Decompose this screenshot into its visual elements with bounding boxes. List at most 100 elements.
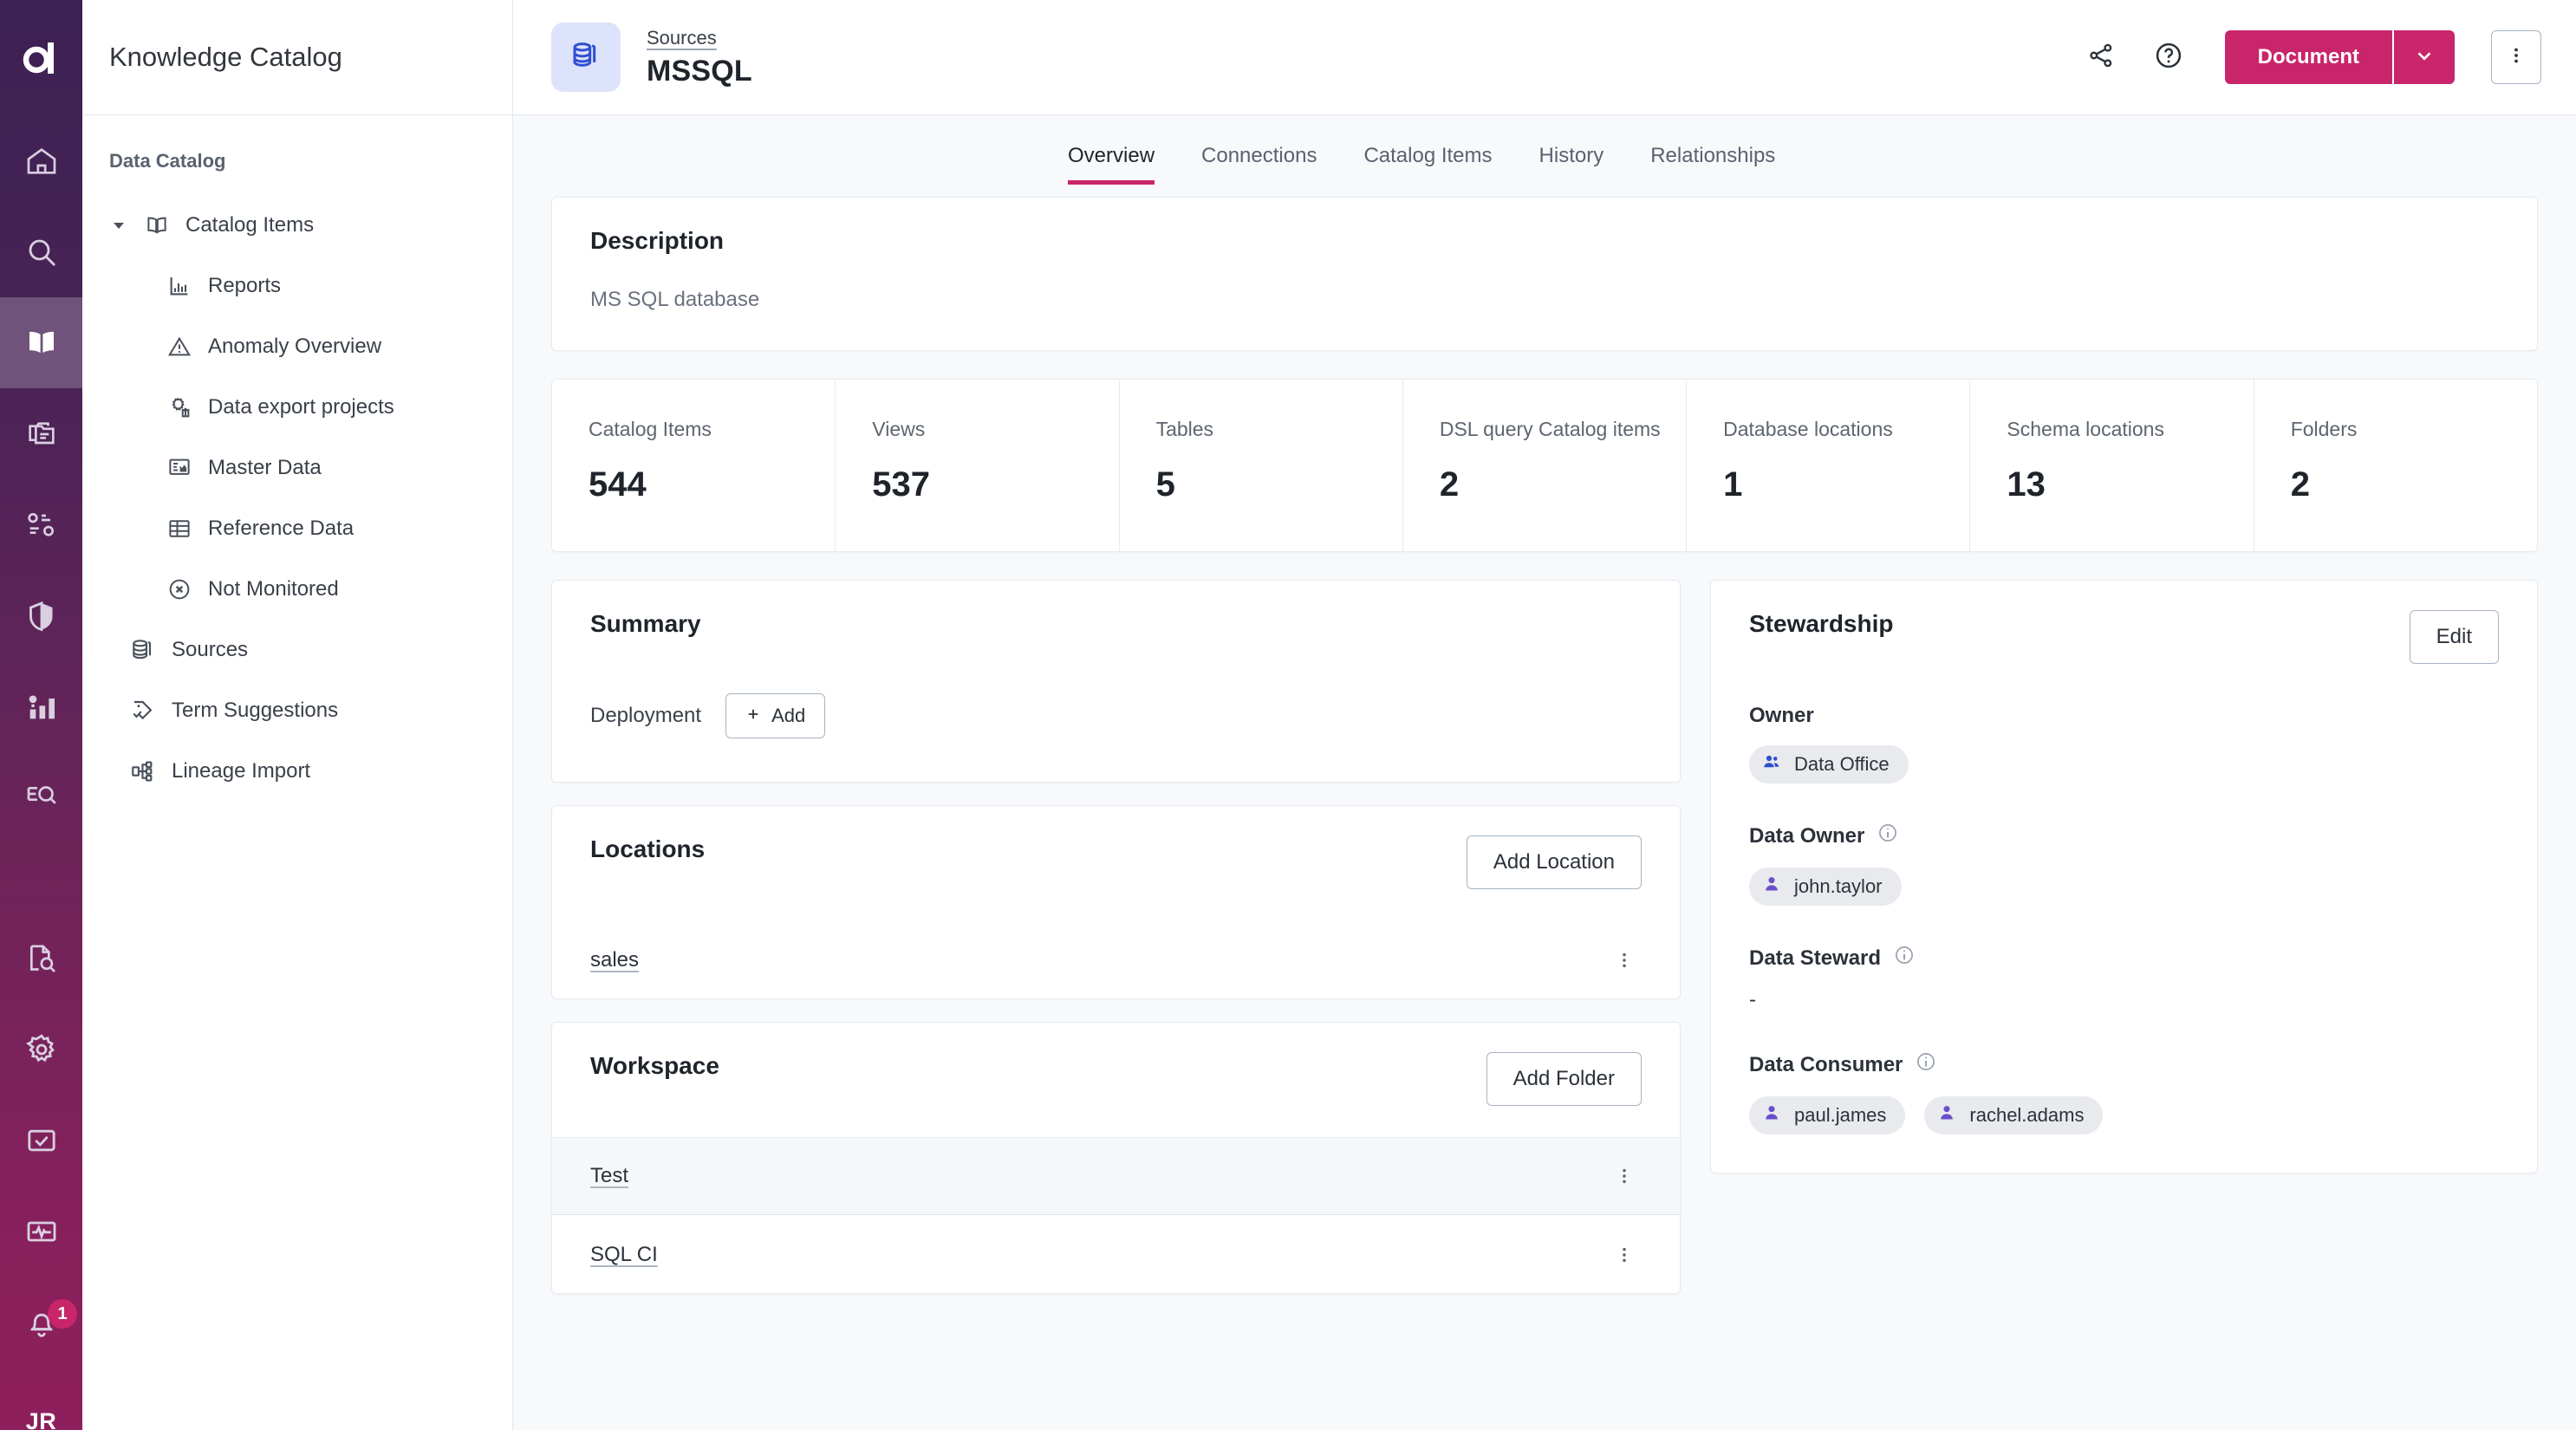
rules-icon xyxy=(24,508,59,543)
info-circle-icon[interactable] xyxy=(1915,1050,1937,1079)
kebab-vertical-icon[interactable] xyxy=(1607,1238,1642,1272)
tab-history[interactable]: History xyxy=(1539,144,1604,185)
rail-item-data-observability[interactable] xyxy=(0,661,82,752)
add-location-button[interactable]: Add Location xyxy=(1467,835,1642,889)
summary-heading: Summary xyxy=(590,610,701,638)
tab-connections[interactable]: Connections xyxy=(1201,144,1317,185)
owner-chip[interactable]: Data Office xyxy=(1749,745,1909,783)
workspace-folder-link[interactable]: Test xyxy=(590,1164,628,1188)
add-folder-button[interactable]: Add Folder xyxy=(1486,1052,1642,1106)
summary-card: Summary Deployment Add xyxy=(551,580,1681,783)
document-search-icon xyxy=(24,941,59,976)
notification-badge: 1 xyxy=(48,1299,77,1329)
list-item[interactable]: sales xyxy=(552,920,1680,998)
rail-item-home[interactable] xyxy=(0,115,82,206)
rail-item-tasks[interactable] xyxy=(0,1095,82,1186)
stat-value: 13 xyxy=(2007,465,2253,504)
stat-label: Catalog Items xyxy=(589,418,835,441)
object-heading: Sources MSSQL xyxy=(647,27,752,88)
workspace-heading: Workspace xyxy=(590,1052,719,1080)
workspace-folder-link[interactable]: SQL CI xyxy=(590,1243,658,1267)
right-column: Stewardship Edit Owner xyxy=(1710,580,2538,1173)
breadcrumb[interactable]: Sources xyxy=(647,27,752,49)
sidebar-item-not-monitored[interactable]: Not Monitored xyxy=(82,559,512,620)
sidebar-item-reports[interactable]: Reports xyxy=(82,256,512,316)
edit-stewardship-button[interactable]: Edit xyxy=(2410,610,2499,664)
add-deployment-button[interactable]: Add xyxy=(725,693,825,738)
help-button[interactable] xyxy=(2145,34,2192,81)
sidebar-item-anomaly-overview[interactable]: Anomaly Overview xyxy=(82,316,512,377)
rail-item-data-documents[interactable] xyxy=(0,913,82,1004)
sidebar-item-label: Catalog Items xyxy=(185,213,314,237)
add-deployment-label: Add xyxy=(771,705,805,727)
stat-value: 5 xyxy=(1156,465,1402,504)
share-button[interactable] xyxy=(2078,34,2124,81)
rail-item-search[interactable] xyxy=(0,206,82,297)
tab-catalog-items[interactable]: Catalog Items xyxy=(1363,144,1492,185)
kebab-vertical-icon[interactable] xyxy=(1607,1159,1642,1193)
data-consumer-chip-label: paul.james xyxy=(1794,1104,1886,1127)
stat-value: 2 xyxy=(2291,465,2537,504)
object-title: MSSQL xyxy=(647,55,752,88)
book-icon xyxy=(23,325,60,361)
rail-item-data-privacy[interactable] xyxy=(0,570,82,661)
deployment-label: Deployment xyxy=(590,704,701,728)
stat-tables: Tables 5 xyxy=(1120,380,1403,551)
person-icon xyxy=(1761,874,1782,900)
sidebar-item-term-suggestions[interactable]: Term Suggestions xyxy=(82,680,512,741)
stat-label: Schema locations xyxy=(2007,418,2253,441)
left-column: Summary Deployment Add xyxy=(551,580,1681,1294)
description-card: Description MS SQL database xyxy=(551,197,2538,351)
rail-item-notifications[interactable]: 1 xyxy=(0,1277,82,1368)
sidebar-item-lineage-import[interactable]: Lineage Import xyxy=(82,741,512,802)
eq-search-icon xyxy=(24,781,59,816)
person-icon xyxy=(1936,1102,1957,1128)
sidebar-item-data-export-projects[interactable]: Data export projects xyxy=(82,377,512,438)
app-logo[interactable] xyxy=(0,0,82,115)
data-consumer-chip[interactable]: rachel.adams xyxy=(1924,1096,2103,1134)
table-row[interactable]: Test xyxy=(552,1137,1680,1215)
nav-list: Catalog Items Reports Anomaly Overview D… xyxy=(82,195,512,802)
rail-item-settings[interactable] xyxy=(0,1004,82,1095)
data-owner-chip[interactable]: john.taylor xyxy=(1749,868,1902,906)
tab-relationships[interactable]: Relationships xyxy=(1650,144,1775,185)
owner-chips: Data Office xyxy=(1749,745,2499,783)
document-split-button: Document xyxy=(2225,30,2455,84)
location-link[interactable]: sales xyxy=(590,948,639,972)
tab-overview[interactable]: Overview xyxy=(1068,144,1155,185)
sidebar-item-reference-data[interactable]: Reference Data xyxy=(82,498,512,559)
sidebar-item-label: Anomaly Overview xyxy=(208,335,381,359)
locations-card: Locations Add Location sales xyxy=(551,805,1681,999)
document-button[interactable]: Document xyxy=(2225,30,2392,84)
document-dropdown-button[interactable] xyxy=(2394,30,2455,84)
lineage-icon xyxy=(128,757,158,786)
data-consumer-chip[interactable]: paul.james xyxy=(1749,1096,1905,1134)
folders-icon xyxy=(24,417,59,452)
rail-item-data-quality[interactable] xyxy=(0,479,82,570)
stat-schema-locations: Schema locations 13 xyxy=(1970,380,2254,551)
circle-x-icon xyxy=(165,575,194,604)
nav-header: Knowledge Catalog xyxy=(82,0,512,115)
rail-item-data-stories[interactable] xyxy=(0,388,82,479)
info-circle-icon[interactable] xyxy=(1877,822,1899,850)
owner-label-text: Owner xyxy=(1749,704,1814,728)
sidebar-item-catalog-items[interactable]: Catalog Items xyxy=(82,195,512,256)
sidebar-item-label: Master Data xyxy=(208,456,322,480)
sidebar-item-master-data[interactable]: Master Data xyxy=(82,438,512,498)
chevron-down-icon[interactable] xyxy=(109,217,128,234)
owner-chip-label: Data Office xyxy=(1794,753,1890,776)
export-gear-icon xyxy=(165,393,194,422)
sidebar-item-sources[interactable]: Sources xyxy=(82,620,512,680)
workspace-card: Workspace Add Folder Test SQL CI xyxy=(551,1022,1681,1294)
rail-item-knowledge-catalog[interactable] xyxy=(0,297,82,388)
stat-views: Views 537 xyxy=(836,380,1119,551)
info-circle-icon[interactable] xyxy=(1893,944,1916,972)
description-heading: Description xyxy=(590,227,2499,255)
rail-item-data-queries[interactable] xyxy=(0,752,82,843)
avatar[interactable]: JR xyxy=(0,1408,82,1430)
more-actions-button[interactable] xyxy=(2491,30,2541,84)
kebab-vertical-icon xyxy=(2506,45,2527,70)
kebab-vertical-icon[interactable] xyxy=(1607,943,1642,978)
table-row[interactable]: SQL CI xyxy=(552,1215,1680,1293)
rail-item-monitoring[interactable] xyxy=(0,1186,82,1277)
